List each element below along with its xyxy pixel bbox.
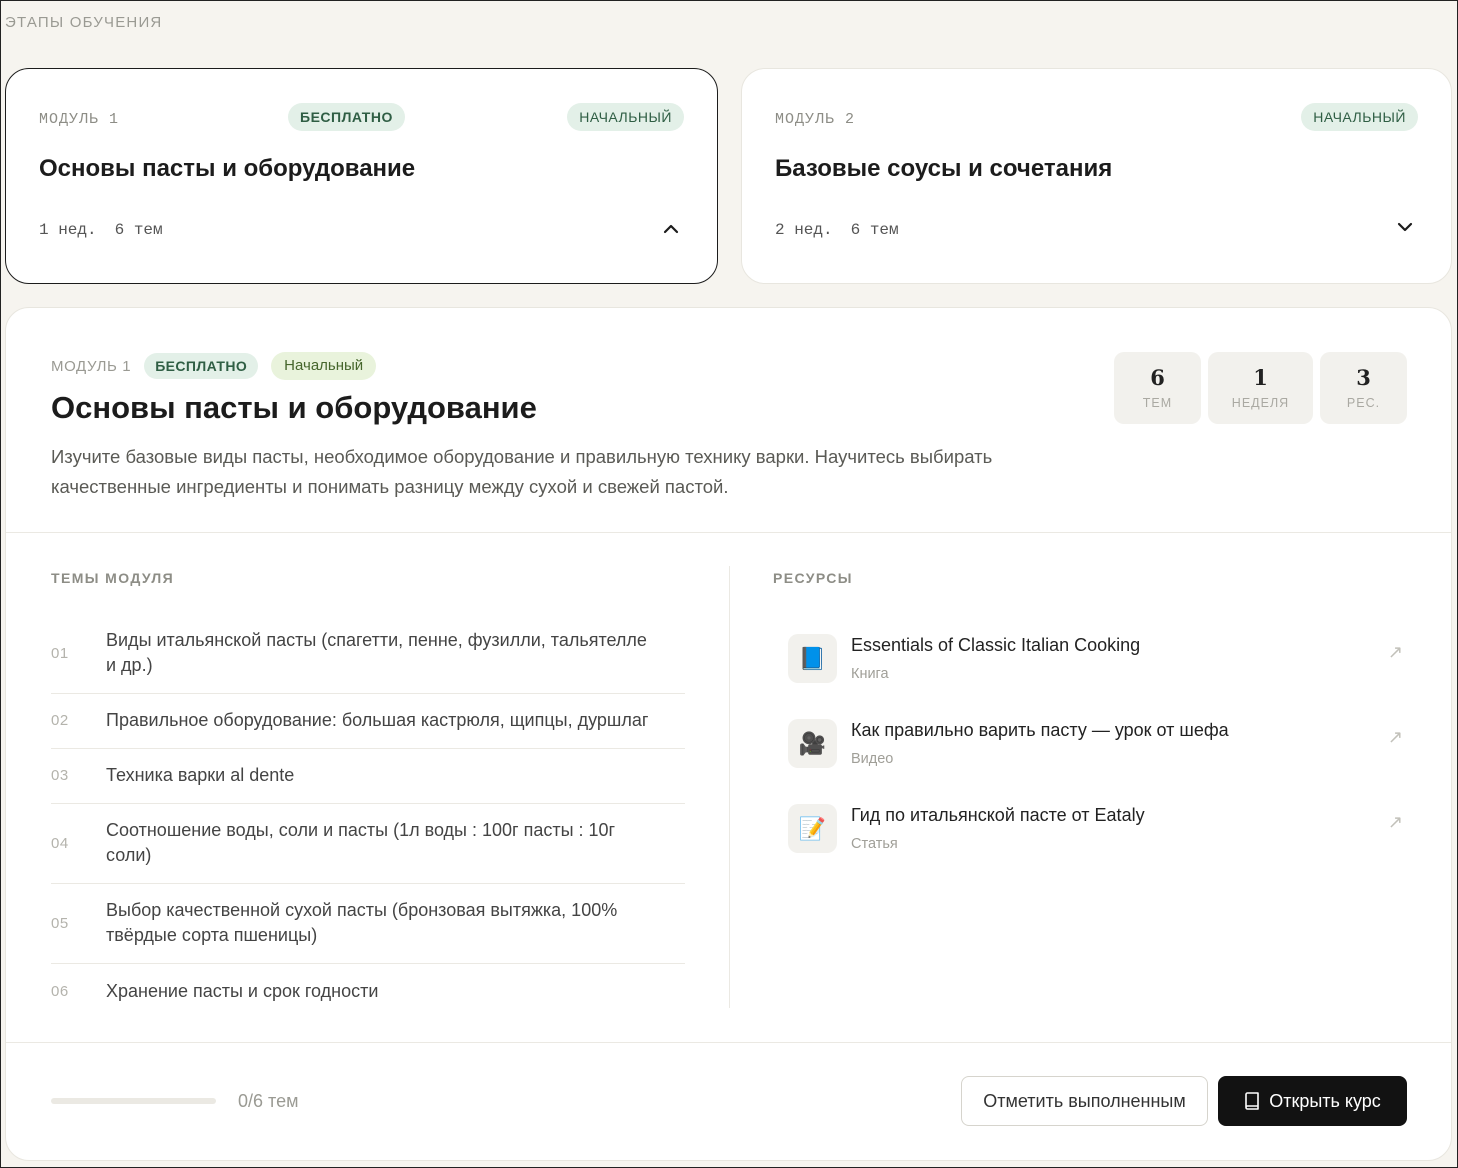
level-badge: НАЧАЛЬНЫЙ [1301, 103, 1418, 131]
detail-module-label: МОДУЛЬ 1 [51, 357, 132, 375]
detail-title: Основы пасты и оборудование [51, 390, 537, 425]
external-link-icon[interactable]: ↗ [1388, 642, 1403, 663]
section-title: ЭТАПЫ ОБУЧЕНИЯ [5, 14, 163, 31]
mark-done-button[interactable]: Отметить выполненным [961, 1076, 1208, 1126]
module-label: МОДУЛЬ 2 [775, 111, 856, 128]
free-badge: БЕСПЛАТНО [288, 103, 405, 131]
stat-value: 1 [1253, 365, 1268, 390]
memo-icon: 📝 [788, 804, 837, 853]
resources-section: РЕСУРСЫ 📘 Essentials of Classic Italian … [773, 570, 1413, 871]
topic-number: 03 [51, 767, 69, 784]
module-stats: 6 ТЕМ 1 НЕДЕЛЯ 3 РЕС. [1114, 352, 1407, 424]
stat-label: ТЕМ [1142, 396, 1173, 410]
stat-label: РЕС. [1346, 396, 1381, 410]
progress-text: 0/6 тем [238, 1091, 299, 1111]
topics-section: ТЕМЫ МОДУЛЯ 01 Виды итальянской пасты (с… [51, 570, 685, 1019]
topic-number: 06 [51, 982, 69, 1000]
stat-topics: 6 ТЕМ [1114, 352, 1201, 424]
module-topics-count: 6 тем [850, 221, 899, 239]
topic-item[interactable]: 03 Техника варки al dente [51, 749, 685, 804]
module-card-1[interactable]: МОДУЛЬ 1 БЕСПЛАТНО НАЧАЛЬНЫЙ Основы паст… [5, 68, 718, 284]
topic-item[interactable]: 02 Правильное оборудование: большая каст… [51, 694, 685, 749]
stat-resources: 3 РЕС. [1320, 352, 1407, 424]
resource-title: Essentials of Classic Italian Cooking [851, 635, 1141, 655]
resource-title: Гид по итальянской пасте от Eataly [851, 805, 1145, 825]
topic-number: 02 [51, 712, 69, 729]
topic-list: 01 Виды итальянской пасты (спагетти, пен… [51, 614, 685, 1019]
topic-text: Правильное оборудование: большая кастрюл… [106, 710, 649, 730]
open-course-button[interactable]: Открыть курс [1218, 1076, 1407, 1126]
open-course-label: Открыть курс [1269, 1090, 1381, 1111]
topic-number: 01 [51, 644, 69, 662]
module-topics-count: 6 тем [114, 221, 163, 239]
module-meta: 2 нед. 6 тем [775, 221, 899, 239]
topic-number: 04 [51, 834, 69, 852]
detail-description: Изучите базовые виды пасты, необходимое … [51, 446, 993, 497]
resource-item[interactable]: 📘 Essentials of Classic Italian Cooking … [773, 616, 1413, 701]
resource-item[interactable]: 📝 Гид по итальянской пасте от Eataly Ста… [773, 786, 1413, 871]
external-link-icon[interactable]: ↗ [1388, 812, 1403, 833]
stat-value: 3 [1356, 365, 1371, 390]
module-detail-panel: МОДУЛЬ 1 БЕСПЛАТНО Начальный Основы паст… [5, 307, 1452, 1161]
external-link-icon[interactable]: ↗ [1388, 727, 1403, 748]
level-badge: НАЧАЛЬНЫЙ [567, 103, 684, 131]
divider [6, 532, 1451, 533]
chevron-up-icon[interactable] [661, 219, 681, 239]
topic-text: Выбор качественной сухой пасты (бронзова… [106, 900, 618, 945]
module-weeks: 1 нед. [39, 221, 97, 239]
topic-text: Соотношение воды, соли и пасты (1л воды … [106, 820, 616, 865]
resource-type: Статья [851, 836, 898, 852]
module-title: Базовые соусы и сочетания [775, 155, 1113, 182]
topic-item[interactable]: 04 Соотношение воды, соли и пасты (1л во… [51, 804, 685, 884]
topic-number: 05 [51, 914, 69, 932]
stat-weeks: 1 НЕДЕЛЯ [1208, 352, 1313, 424]
resource-list: 📘 Essentials of Classic Italian Cooking … [773, 616, 1413, 871]
topic-text: Хранение пасты и срок годности [106, 980, 379, 1001]
book-outline-icon [1245, 1092, 1260, 1110]
topics-title: ТЕМЫ МОДУЛЯ [51, 570, 175, 586]
resource-title: Как правильно варить пасту — урок от шеф… [851, 720, 1229, 740]
topic-text: Техника варки al dente [106, 765, 295, 785]
chevron-down-icon[interactable] [1395, 217, 1415, 237]
module-card-2[interactable]: МОДУЛЬ 2 НАЧАЛЬНЫЙ Базовые соусы и сочет… [741, 68, 1452, 284]
stat-value: 6 [1150, 365, 1165, 390]
topic-item[interactable]: 05 Выбор качественной сухой пасты (бронз… [51, 884, 685, 964]
divider [6, 1042, 1451, 1043]
module-meta: 1 нед. 6 тем [39, 221, 163, 239]
topic-text: Виды итальянской пасты (спагетти, пенне,… [106, 630, 647, 675]
resource-type: Книга [851, 666, 889, 682]
topic-item[interactable]: 06 Хранение пасты и срок годности [51, 964, 685, 1019]
stat-label: НЕДЕЛЯ [1231, 396, 1290, 410]
video-camera-icon: 🎥 [788, 719, 837, 768]
detail-free-badge: БЕСПЛАТНО [144, 353, 259, 379]
module-weeks: 2 нед. [775, 221, 833, 239]
resources-title: РЕСУРСЫ [773, 570, 853, 586]
resource-item[interactable]: 🎥 Как правильно варить пасту — урок от ш… [773, 701, 1413, 786]
detail-footer: 0/6 тем Отметить выполненным Открыть кур… [51, 1076, 1407, 1126]
detail-level-badge: Начальный [271, 352, 377, 380]
book-icon: 📘 [788, 634, 837, 683]
column-divider [729, 566, 730, 1008]
progress-bar [51, 1098, 216, 1104]
resource-type: Видео [851, 751, 894, 767]
topic-item[interactable]: 01 Виды итальянской пасты (спагетти, пен… [51, 614, 685, 694]
module-label: МОДУЛЬ 1 [39, 111, 120, 128]
module-title: Основы пасты и оборудование [39, 155, 416, 182]
